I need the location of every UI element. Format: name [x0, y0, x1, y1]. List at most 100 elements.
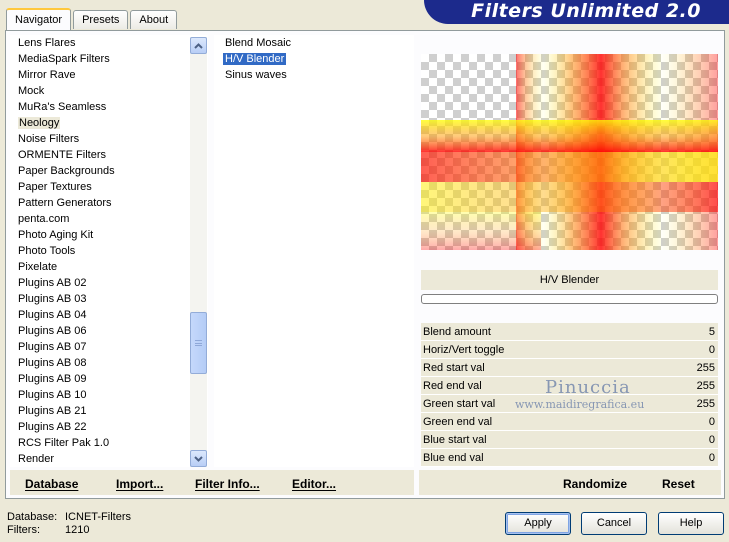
category-item-label: Noise Filters [18, 133, 80, 145]
param-name: Green start val [423, 398, 496, 410]
filters-count-label: Filters: [7, 524, 40, 536]
param-row[interactable]: Horiz/Vert toggle 0 [421, 341, 718, 359]
tab-navigator[interactable]: Navigator [6, 8, 72, 30]
watermark-name: Pinuccia [545, 377, 631, 398]
param-row[interactable]: Blue start val 0 [421, 431, 718, 449]
database-value: ICNET-Filters [65, 511, 131, 523]
category-item-label: Plugins AB 03 [18, 293, 87, 305]
category-item[interactable]: Photo Aging Kit [10, 227, 208, 243]
category-item[interactable]: Plugins AB 08 [10, 355, 208, 371]
param-name: Red end val [423, 380, 482, 392]
category-item[interactable]: Lens Flares [10, 35, 208, 51]
scroll-down-button[interactable] [190, 450, 207, 467]
category-item-label: Paper Textures [18, 181, 92, 193]
category-item[interactable]: ORMENTE Filters [10, 147, 208, 163]
category-item-label: Plugins AB 09 [18, 373, 87, 385]
category-list[interactable]: Lens Flares MediaSpark Filters Mirror Rave… [10, 35, 208, 467]
category-item[interactable]: penta.com [10, 211, 208, 227]
scroll-thumb[interactable] [190, 312, 207, 374]
category-item[interactable]: Noise Filters [10, 131, 208, 147]
param-name: Blue end val [423, 452, 484, 464]
category-item[interactable]: Plugins AB 07 [10, 339, 208, 355]
database-button[interactable]: Database [25, 477, 78, 491]
param-value: 255 [696, 362, 715, 374]
category-item[interactable]: Plugins AB 10 [10, 387, 208, 403]
category-item[interactable]: MediaSpark Filters [10, 51, 208, 67]
param-name: Blend amount [423, 326, 491, 338]
category-item-label: penta.com [18, 213, 70, 225]
category-item-label: Plugins AB 08 [18, 357, 87, 369]
preview-filter-name: H/V Blender [421, 270, 718, 290]
category-item-label: Pixelate [18, 261, 58, 273]
cancel-button[interactable]: Cancel [581, 512, 647, 535]
filter-list[interactable]: Blend Mosaic H/V Blender Sinus waves [214, 35, 414, 467]
tab-presets[interactable]: Presets [73, 10, 129, 29]
tab-about[interactable]: About [130, 10, 178, 29]
category-item[interactable]: Plugins AB 04 [10, 307, 208, 323]
apply-button[interactable]: Apply [505, 512, 571, 535]
category-item[interactable]: Plugins AB 09 [10, 371, 208, 387]
category-item[interactable]: RCS Filter Pak 1.0 [10, 435, 208, 451]
category-item-label: Render [18, 453, 55, 465]
param-value: 255 [696, 398, 715, 410]
category-item-label: Lens Flares [18, 37, 76, 49]
param-name: Green end val [423, 416, 493, 428]
category-item[interactable]: Pattern Generators [10, 195, 208, 211]
category-item-label: Plugins AB 06 [18, 325, 87, 337]
help-button[interactable]: Help [658, 512, 724, 535]
param-row[interactable]: Green end val 0 [421, 413, 718, 431]
randomize-button[interactable]: Randomize [563, 477, 627, 491]
editor-button[interactable]: Editor... [292, 477, 336, 491]
param-name: Horiz/Vert toggle [423, 344, 505, 356]
category-item[interactable]: Pixelate [10, 259, 208, 275]
category-item-label: RCS Filter Pak 1.0 [18, 437, 110, 449]
category-item[interactable]: Render [10, 451, 208, 467]
category-scrollbar[interactable] [190, 37, 207, 467]
category-item[interactable]: Mirror Rave [10, 67, 208, 83]
filter-item[interactable]: Blend Mosaic [214, 35, 414, 51]
category-item[interactable]: Plugins AB 06 [10, 323, 208, 339]
import-button[interactable]: Import... [116, 477, 163, 491]
category-item[interactable]: Paper Textures [10, 179, 208, 195]
param-value: 0 [708, 416, 715, 428]
scroll-up-button[interactable] [190, 37, 207, 54]
param-value: 0 [708, 452, 715, 464]
filter-item[interactable]: H/V Blender [214, 51, 414, 67]
category-item[interactable]: Plugins AB 02 [10, 275, 208, 291]
category-item[interactable]: Photo Tools [10, 243, 208, 259]
category-item-label: Plugins AB 02 [18, 277, 87, 289]
filter-item-label: Blend Mosaic [225, 37, 292, 49]
category-item[interactable]: Plugins AB 03 [10, 291, 208, 307]
param-name: Blue start val [423, 434, 487, 446]
preview-image [421, 54, 718, 250]
category-item[interactable]: Plugins AB 21 [10, 403, 208, 419]
param-value: 0 [708, 344, 715, 356]
database-label: Database: [7, 511, 58, 523]
category-item-label: Plugins AB 22 [18, 421, 87, 433]
category-item[interactable]: MuRa's Seamless [10, 99, 208, 115]
category-item-label: Photo Tools [18, 245, 76, 257]
status-area: Database: ICNET-Filters Filters: 1210 [7, 511, 131, 537]
chevron-up-icon [194, 42, 203, 49]
progress-bar [421, 294, 718, 304]
filter-item[interactable]: Sinus waves [214, 67, 414, 83]
param-row[interactable]: Blend amount 5 [421, 323, 718, 341]
app-title: Filters Unlimited 2.0 [471, 0, 701, 22]
category-item-label: Plugins AB 07 [18, 341, 87, 353]
category-item[interactable]: Plugins AB 22 [10, 419, 208, 435]
param-row[interactable]: Red start val 255 [421, 359, 718, 377]
category-item[interactable]: Neology [10, 115, 208, 131]
category-item-label: Photo Aging Kit [18, 229, 94, 241]
category-item[interactable]: Mock [10, 83, 208, 99]
category-item[interactable]: Paper Backgrounds [10, 163, 208, 179]
category-item-label: Pattern Generators [18, 197, 112, 209]
param-row[interactable]: Blue end val 0 [421, 449, 718, 467]
param-value: 0 [708, 434, 715, 446]
reset-button[interactable]: Reset [662, 477, 695, 491]
tab-bar: Navigator Presets About [6, 8, 179, 30]
category-item-label: Paper Backgrounds [18, 165, 115, 177]
category-item-label: MediaSpark Filters [18, 53, 110, 65]
grip-icon [195, 340, 202, 346]
category-item-label: Plugins AB 21 [18, 405, 87, 417]
filter-info-button[interactable]: Filter Info... [195, 477, 260, 491]
